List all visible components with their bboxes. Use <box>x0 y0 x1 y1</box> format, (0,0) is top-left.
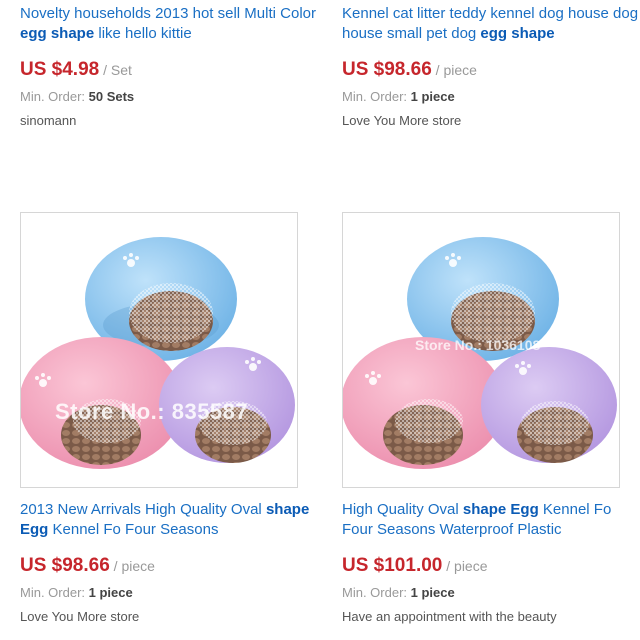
min-order-value: 1 piece <box>88 585 133 600</box>
price-unit: / piece <box>431 62 477 78</box>
min-order-value: 1 piece <box>410 89 455 104</box>
min-order-value: 50 Sets <box>88 89 135 104</box>
product-image[interactable]: Store No.: 1036108 <box>342 212 620 488</box>
title-highlight: egg shape <box>480 25 555 42</box>
min-order: Min. Order: 50 Sets <box>20 89 135 104</box>
store-link[interactable]: Love You More store <box>20 608 320 626</box>
store-link[interactable]: sinomann <box>20 112 320 130</box>
product-title-link[interactable]: High Quality Oval shape Egg Kennel Fo Fo… <box>342 500 640 540</box>
store-link[interactable]: Love You More store <box>342 112 640 130</box>
product-title-link[interactable]: 2013 New Arrivals High Quality Oval shap… <box>20 500 320 540</box>
product-image[interactable]: Store No.: 835587 <box>20 212 298 488</box>
price: US $98.66 <box>20 555 110 576</box>
price: US $4.98 <box>20 59 100 80</box>
product-card[interactable]: Kennel cat litter teddy kennel dog house… <box>342 0 640 130</box>
title-highlight: shape Egg <box>462 501 539 518</box>
price: US $101.00 <box>342 555 443 576</box>
price-unit: / Set <box>99 62 132 78</box>
title-highlight: egg shape <box>20 25 95 42</box>
min-order: Min. Order: 1 piece <box>342 585 455 600</box>
product-card[interactable]: Store No.: 1036108 High Quality Oval sha… <box>342 212 640 626</box>
image-watermark: Store No.: 1036108 <box>415 337 541 353</box>
price-row: US $101.00 / piece <box>342 554 640 578</box>
price-row: US $4.98 / Set <box>20 58 320 82</box>
image-watermark: Store No.: 835587 <box>55 399 249 424</box>
price: US $98.66 <box>342 59 432 80</box>
product-card[interactable]: Store No.: 835587 2013 New Arrivals High… <box>20 212 320 626</box>
product-title-link[interactable]: Kennel cat litter teddy kennel dog house… <box>342 4 640 44</box>
price-row: US $98.66 / piece <box>342 58 640 82</box>
price-unit: / piece <box>109 558 155 574</box>
store-link[interactable]: Have an appointment with the beauty <box>342 608 640 626</box>
min-order-value: 1 piece <box>410 585 455 600</box>
min-order: Min. Order: 1 piece <box>20 585 133 600</box>
min-order: Min. Order: 1 piece <box>342 89 455 104</box>
price-unit: / piece <box>442 558 488 574</box>
price-row: US $98.66 / piece <box>20 554 320 578</box>
product-title-link[interactable]: Novelty households 2013 hot sell Multi C… <box>20 4 320 44</box>
product-card[interactable]: Novelty households 2013 hot sell Multi C… <box>20 0 320 130</box>
egg-kennel-image <box>21 237 295 469</box>
